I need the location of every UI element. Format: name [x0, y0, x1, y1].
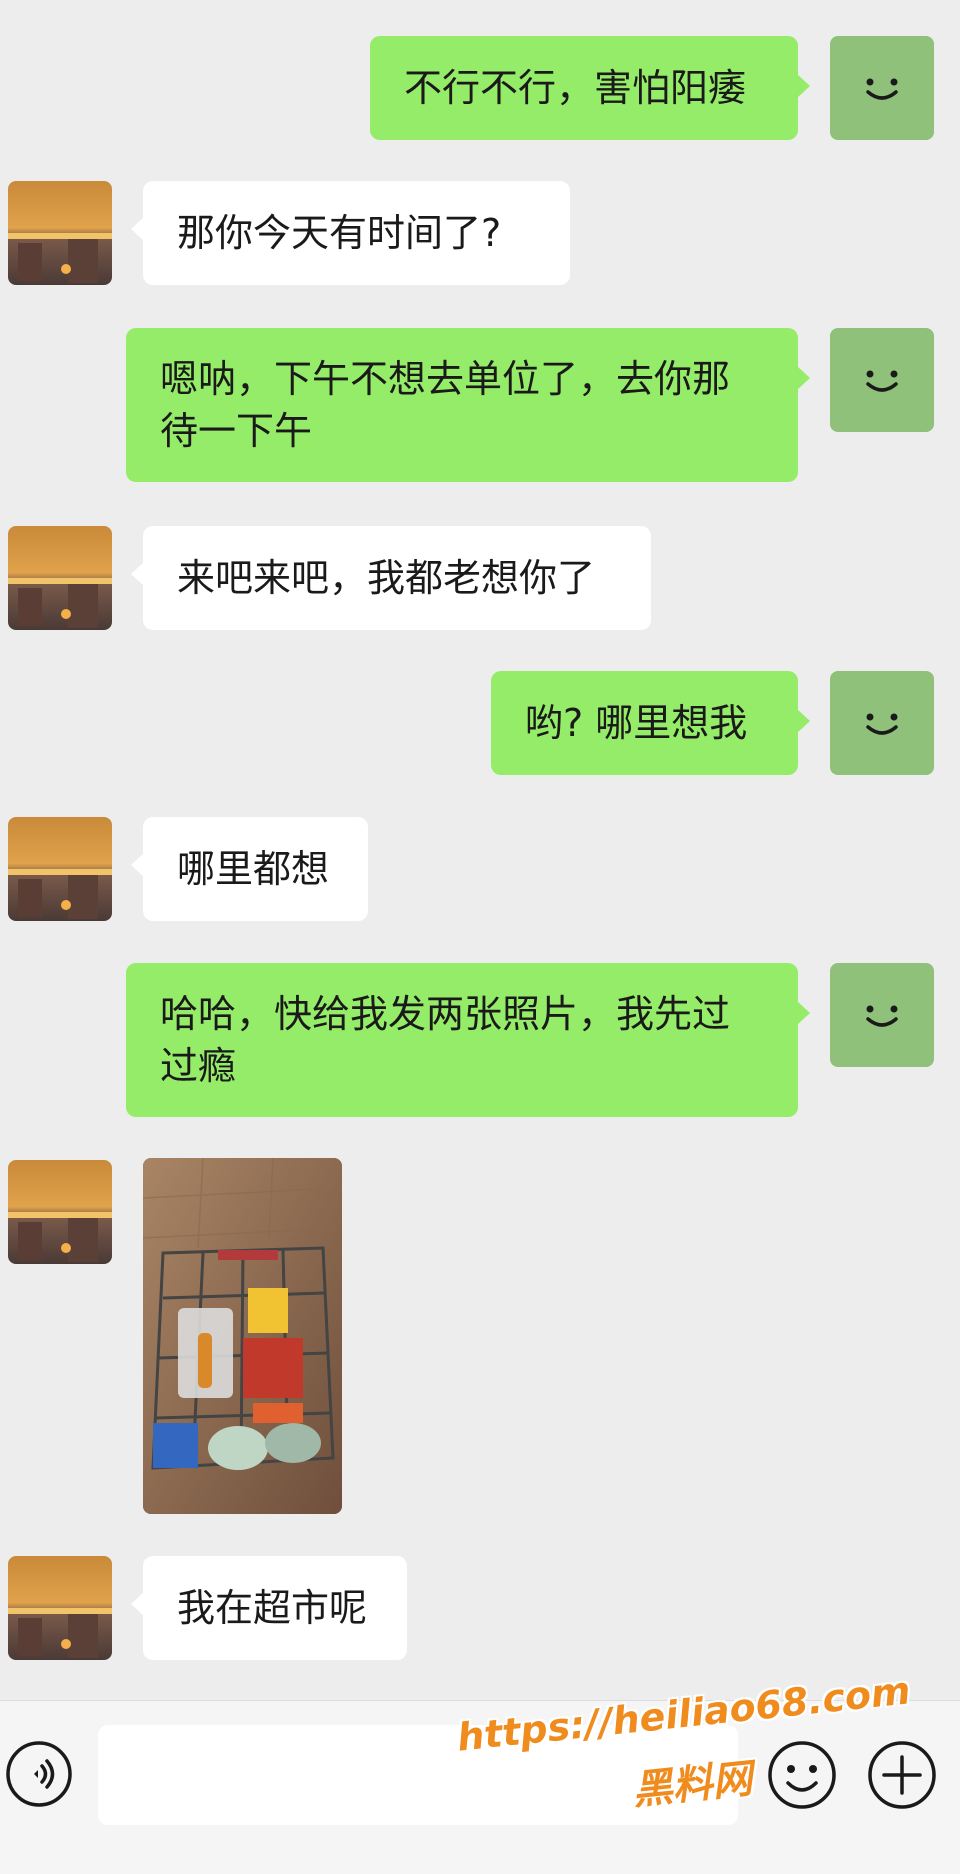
message-bubble-in[interactable]: 哪里都想	[131, 817, 368, 921]
message-text: 哟? 哪里想我	[525, 701, 748, 745]
sunset-avatar-icon	[8, 526, 112, 630]
message-bubble-out[interactable]: 嗯呐，下午不想去单位了，去你那 待一下午	[126, 328, 810, 482]
plus-button[interactable]	[866, 1739, 938, 1811]
self-avatar[interactable]	[830, 963, 934, 1067]
message-text: 我在超市呢	[177, 1586, 368, 1630]
message-bubble-in[interactable]: 那你今天有时间了?	[131, 181, 570, 285]
message-text: 那你今天有时间了?	[177, 211, 502, 255]
message-text-line: 哈哈，快给我发两张照片，我先过	[160, 992, 731, 1036]
message-text: 哪里都想	[177, 847, 330, 891]
contact-avatar[interactable]	[8, 181, 112, 285]
smiley-avatar-icon	[866, 713, 898, 735]
sunset-avatar-icon	[8, 181, 112, 285]
message-photo[interactable]	[143, 1158, 342, 1514]
contact-avatar[interactable]	[8, 1160, 112, 1264]
message-bubble-out[interactable]: 哟? 哪里想我	[491, 671, 810, 775]
voice-icon	[6, 1741, 72, 1807]
contact-avatar[interactable]	[8, 1556, 112, 1660]
self-avatar[interactable]	[830, 36, 934, 140]
smiley-avatar-icon	[866, 1005, 898, 1027]
smiley-avatar-icon	[866, 370, 898, 392]
emoji-button[interactable]	[766, 1739, 838, 1811]
smiley-avatar-icon	[866, 78, 898, 100]
message-text: 来吧来吧，我都老想你了	[177, 556, 596, 600]
message-text-line: 嗯呐，下午不想去单位了，去你那	[160, 357, 731, 401]
self-avatar[interactable]	[830, 328, 934, 432]
sunset-avatar-icon	[8, 1556, 112, 1660]
contact-avatar[interactable]	[8, 526, 112, 630]
message-bubble-out[interactable]: 哈哈，快给我发两张照片，我先过 过瘾	[126, 963, 810, 1117]
self-avatar[interactable]	[830, 671, 934, 775]
chat-area[interactable]: 不行不行，害怕阳痿 那你今天有时间了? 嗯呐，下午不想去单位了，去你那 待一下午	[0, 0, 960, 1700]
contact-avatar[interactable]	[8, 817, 112, 921]
emoji-icon	[768, 1741, 836, 1809]
message-text-line: 待一下午	[160, 409, 313, 453]
message-bubble-in[interactable]: 我在超市呢	[131, 1556, 407, 1660]
plus-icon	[868, 1741, 936, 1809]
message-text: 不行不行，害怕阳痿	[404, 66, 747, 110]
sunset-avatar-icon	[8, 817, 112, 921]
sunset-avatar-icon	[8, 1160, 112, 1264]
voice-button[interactable]	[4, 1739, 74, 1809]
message-bubble-out[interactable]: 不行不行，害怕阳痿	[370, 36, 810, 140]
message-bubble-in[interactable]: 来吧来吧，我都老想你了	[131, 526, 651, 630]
shopping-cart-photo-icon	[143, 1158, 342, 1514]
message-text-line: 过瘾	[160, 1044, 237, 1088]
